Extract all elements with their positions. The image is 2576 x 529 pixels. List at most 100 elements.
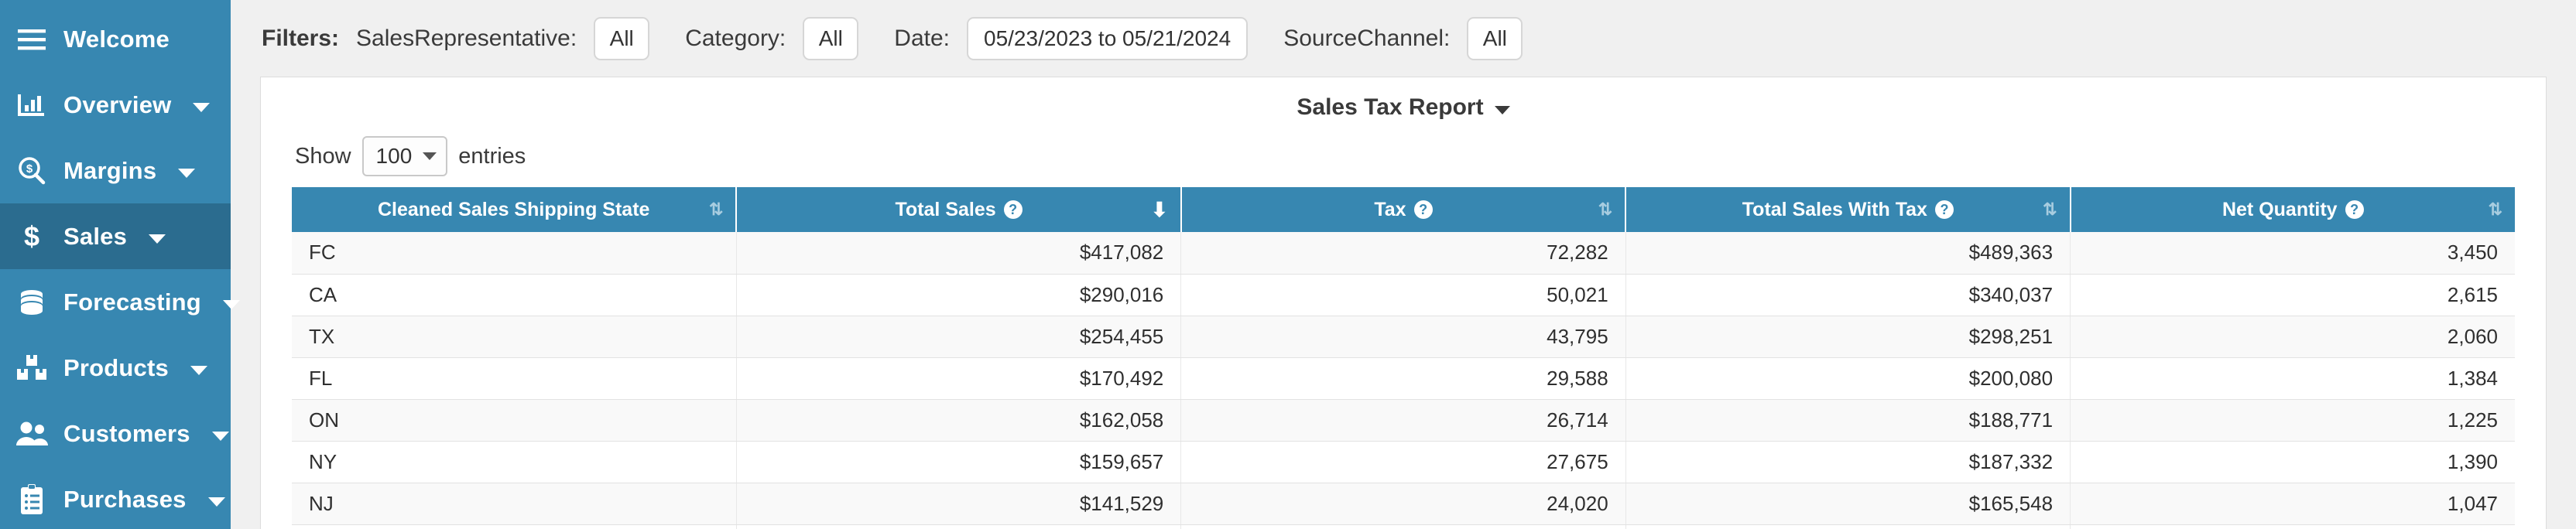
column-header-net-quantity[interactable]: Net Quantity ? ⇅ bbox=[2071, 187, 2515, 232]
cell-total-sales: $159,657 bbox=[736, 441, 1180, 483]
table-row[interactable]: FL$170,49229,588$200,0801,384 bbox=[292, 357, 2515, 399]
cell-tax: 29,588 bbox=[1181, 357, 1625, 399]
date-range-filter[interactable]: 05/23/2023 to 05/21/2024 bbox=[967, 17, 1248, 60]
cell-total-sales: $290,016 bbox=[736, 274, 1180, 316]
sort-desc-icon[interactable]: ⬇ bbox=[1151, 200, 1168, 220]
cell-tax: 72,282 bbox=[1181, 232, 1625, 274]
cell-state: ON bbox=[292, 399, 736, 441]
cell-tax: 24,020 bbox=[1181, 483, 1625, 524]
column-header-total-sales-with-tax[interactable]: Total Sales With Tax ? ⇅ bbox=[1625, 187, 2070, 232]
cell-total-sales: $254,455 bbox=[736, 316, 1180, 357]
date-label: Date: bbox=[894, 26, 950, 52]
sales-representative-filter[interactable]: All bbox=[594, 17, 649, 60]
cell-total-sales-with-tax: $188,771 bbox=[1625, 399, 2070, 441]
cell-total-sales-with-tax: $187,332 bbox=[1625, 441, 2070, 483]
sidebar-item-sales[interactable]: $ Sales bbox=[0, 203, 231, 269]
cell-total-sales: $417,082 bbox=[736, 232, 1180, 274]
sidebar-item-margins[interactable]: $ Margins bbox=[0, 138, 231, 203]
table-row[interactable]: NY$159,65727,675$187,3321,390 bbox=[292, 441, 2515, 483]
category-filter[interactable]: All bbox=[803, 17, 858, 60]
entries-label: entries bbox=[458, 144, 526, 169]
cell-total-sales-with-tax: $165,504 bbox=[1625, 524, 2070, 529]
sidebar-item-overview[interactable]: Overview bbox=[0, 72, 231, 138]
cell-net-quantity: 1,390 bbox=[2071, 441, 2515, 483]
bar-chart-icon bbox=[14, 88, 50, 122]
cell-state: NY bbox=[292, 441, 736, 483]
table-row[interactable]: FC$417,08272,282$489,3633,450 bbox=[292, 232, 2515, 274]
column-label: Tax bbox=[1374, 199, 1406, 221]
cell-state: NJ bbox=[292, 483, 736, 524]
table-row[interactable]: TX$254,45543,795$298,2512,060 bbox=[292, 316, 2515, 357]
sidebar-item-label: Margins bbox=[63, 157, 156, 185]
column-label: Total Sales bbox=[896, 199, 996, 221]
sidebar-item-label: Forecasting bbox=[63, 288, 201, 316]
sidebar-item-label: Overview bbox=[63, 91, 171, 119]
cell-total-sales: $170,492 bbox=[736, 357, 1180, 399]
cell-total-sales: $141,188 bbox=[736, 524, 1180, 529]
chevron-down-icon[interactable] bbox=[1495, 106, 1510, 114]
sidebar-item-label: Products bbox=[63, 354, 169, 382]
cell-total-sales-with-tax: $340,037 bbox=[1625, 274, 2070, 316]
people-icon bbox=[14, 417, 50, 451]
cell-total-sales: $141,529 bbox=[736, 483, 1180, 524]
cell-total-sales-with-tax: $489,363 bbox=[1625, 232, 2070, 274]
table-row[interactable]: CA$290,01650,021$340,0372,615 bbox=[292, 274, 2515, 316]
cell-total-sales-with-tax: $165,548 bbox=[1625, 483, 2070, 524]
cell-net-quantity: 1,384 bbox=[2071, 357, 2515, 399]
cell-tax: 50,021 bbox=[1181, 274, 1625, 316]
sidebar-item-forecasting[interactable]: Forecasting bbox=[0, 269, 231, 335]
cell-state: FC bbox=[292, 232, 736, 274]
table-row[interactable]: $141,18824,316$165,5041,009 bbox=[292, 524, 2515, 529]
entries-per-page-select[interactable]: 100 bbox=[362, 136, 448, 176]
dollar-sign-icon: $ bbox=[14, 220, 50, 254]
cell-net-quantity: 1,009 bbox=[2071, 524, 2515, 529]
source-channel-filter[interactable]: All bbox=[1467, 17, 1523, 60]
source-channel-label: SourceChannel: bbox=[1283, 26, 1450, 52]
cell-state: TX bbox=[292, 316, 736, 357]
report-panel: Sales Tax Report Show 100 entries bbox=[260, 77, 2547, 529]
chevron-down-icon bbox=[423, 152, 437, 160]
sidebar-item-label: Customers bbox=[63, 420, 190, 448]
help-icon[interactable]: ? bbox=[1935, 200, 1954, 219]
dollar-search-icon: $ bbox=[14, 154, 50, 188]
help-icon[interactable]: ? bbox=[1004, 200, 1023, 219]
sidebar: Welcome Overview $ bbox=[0, 0, 231, 529]
column-header-tax[interactable]: Tax ? ⇅ bbox=[1181, 187, 1625, 232]
svg-text:$: $ bbox=[24, 221, 39, 252]
sort-both-icon[interactable]: ⇅ bbox=[2489, 201, 2502, 218]
sidebar-item-purchases[interactable]: Purchases bbox=[0, 466, 231, 529]
show-label: Show bbox=[295, 144, 351, 169]
column-header-total-sales[interactable]: Total Sales ? ⬇ bbox=[736, 187, 1180, 232]
cell-total-sales: $162,058 bbox=[736, 399, 1180, 441]
help-icon[interactable]: ? bbox=[1414, 200, 1433, 219]
clipboard-list-icon bbox=[14, 483, 50, 517]
column-label: Total Sales With Tax bbox=[1742, 199, 1927, 221]
cell-total-sales-with-tax: $200,080 bbox=[1625, 357, 2070, 399]
show-entries-bar: Show 100 entries bbox=[261, 133, 2546, 187]
sort-both-icon[interactable]: ⇅ bbox=[2043, 201, 2057, 218]
hamburger-menu-icon[interactable] bbox=[14, 22, 50, 56]
main-content: Filters: SalesRepresentative: All Catego… bbox=[231, 0, 2576, 529]
sidebar-item-label: Sales bbox=[63, 223, 127, 251]
report-title-bar[interactable]: Sales Tax Report bbox=[261, 77, 2546, 133]
sort-both-icon[interactable]: ⇅ bbox=[1598, 201, 1612, 218]
cell-tax: 43,795 bbox=[1181, 316, 1625, 357]
sidebar-item-products[interactable]: Products bbox=[0, 335, 231, 401]
boxes-icon bbox=[14, 351, 50, 385]
help-icon[interactable]: ? bbox=[2345, 200, 2364, 219]
sales-representative-label: SalesRepresentative: bbox=[356, 26, 577, 52]
cell-tax: 26,714 bbox=[1181, 399, 1625, 441]
filter-bar: Filters: SalesRepresentative: All Catego… bbox=[231, 0, 2576, 77]
column-header-cleaned-sales-shipping-state[interactable]: Cleaned Sales Shipping State ⇅ bbox=[292, 187, 736, 232]
sort-both-icon[interactable]: ⇅ bbox=[709, 201, 723, 218]
cell-tax: 27,675 bbox=[1181, 441, 1625, 483]
filters-label: Filters: bbox=[262, 26, 339, 52]
sidebar-item-customers[interactable]: Customers bbox=[0, 401, 231, 466]
table-row[interactable]: ON$162,05826,714$188,7711,225 bbox=[292, 399, 2515, 441]
column-label: Net Quantity bbox=[2222, 199, 2338, 221]
sidebar-item-welcome[interactable]: Welcome bbox=[0, 6, 231, 72]
table-header-row: Cleaned Sales Shipping State ⇅ Total Sal… bbox=[292, 187, 2515, 232]
table-row[interactable]: NJ$141,52924,020$165,5481,047 bbox=[292, 483, 2515, 524]
cell-state bbox=[292, 524, 736, 529]
column-label: Cleaned Sales Shipping State bbox=[378, 199, 649, 221]
